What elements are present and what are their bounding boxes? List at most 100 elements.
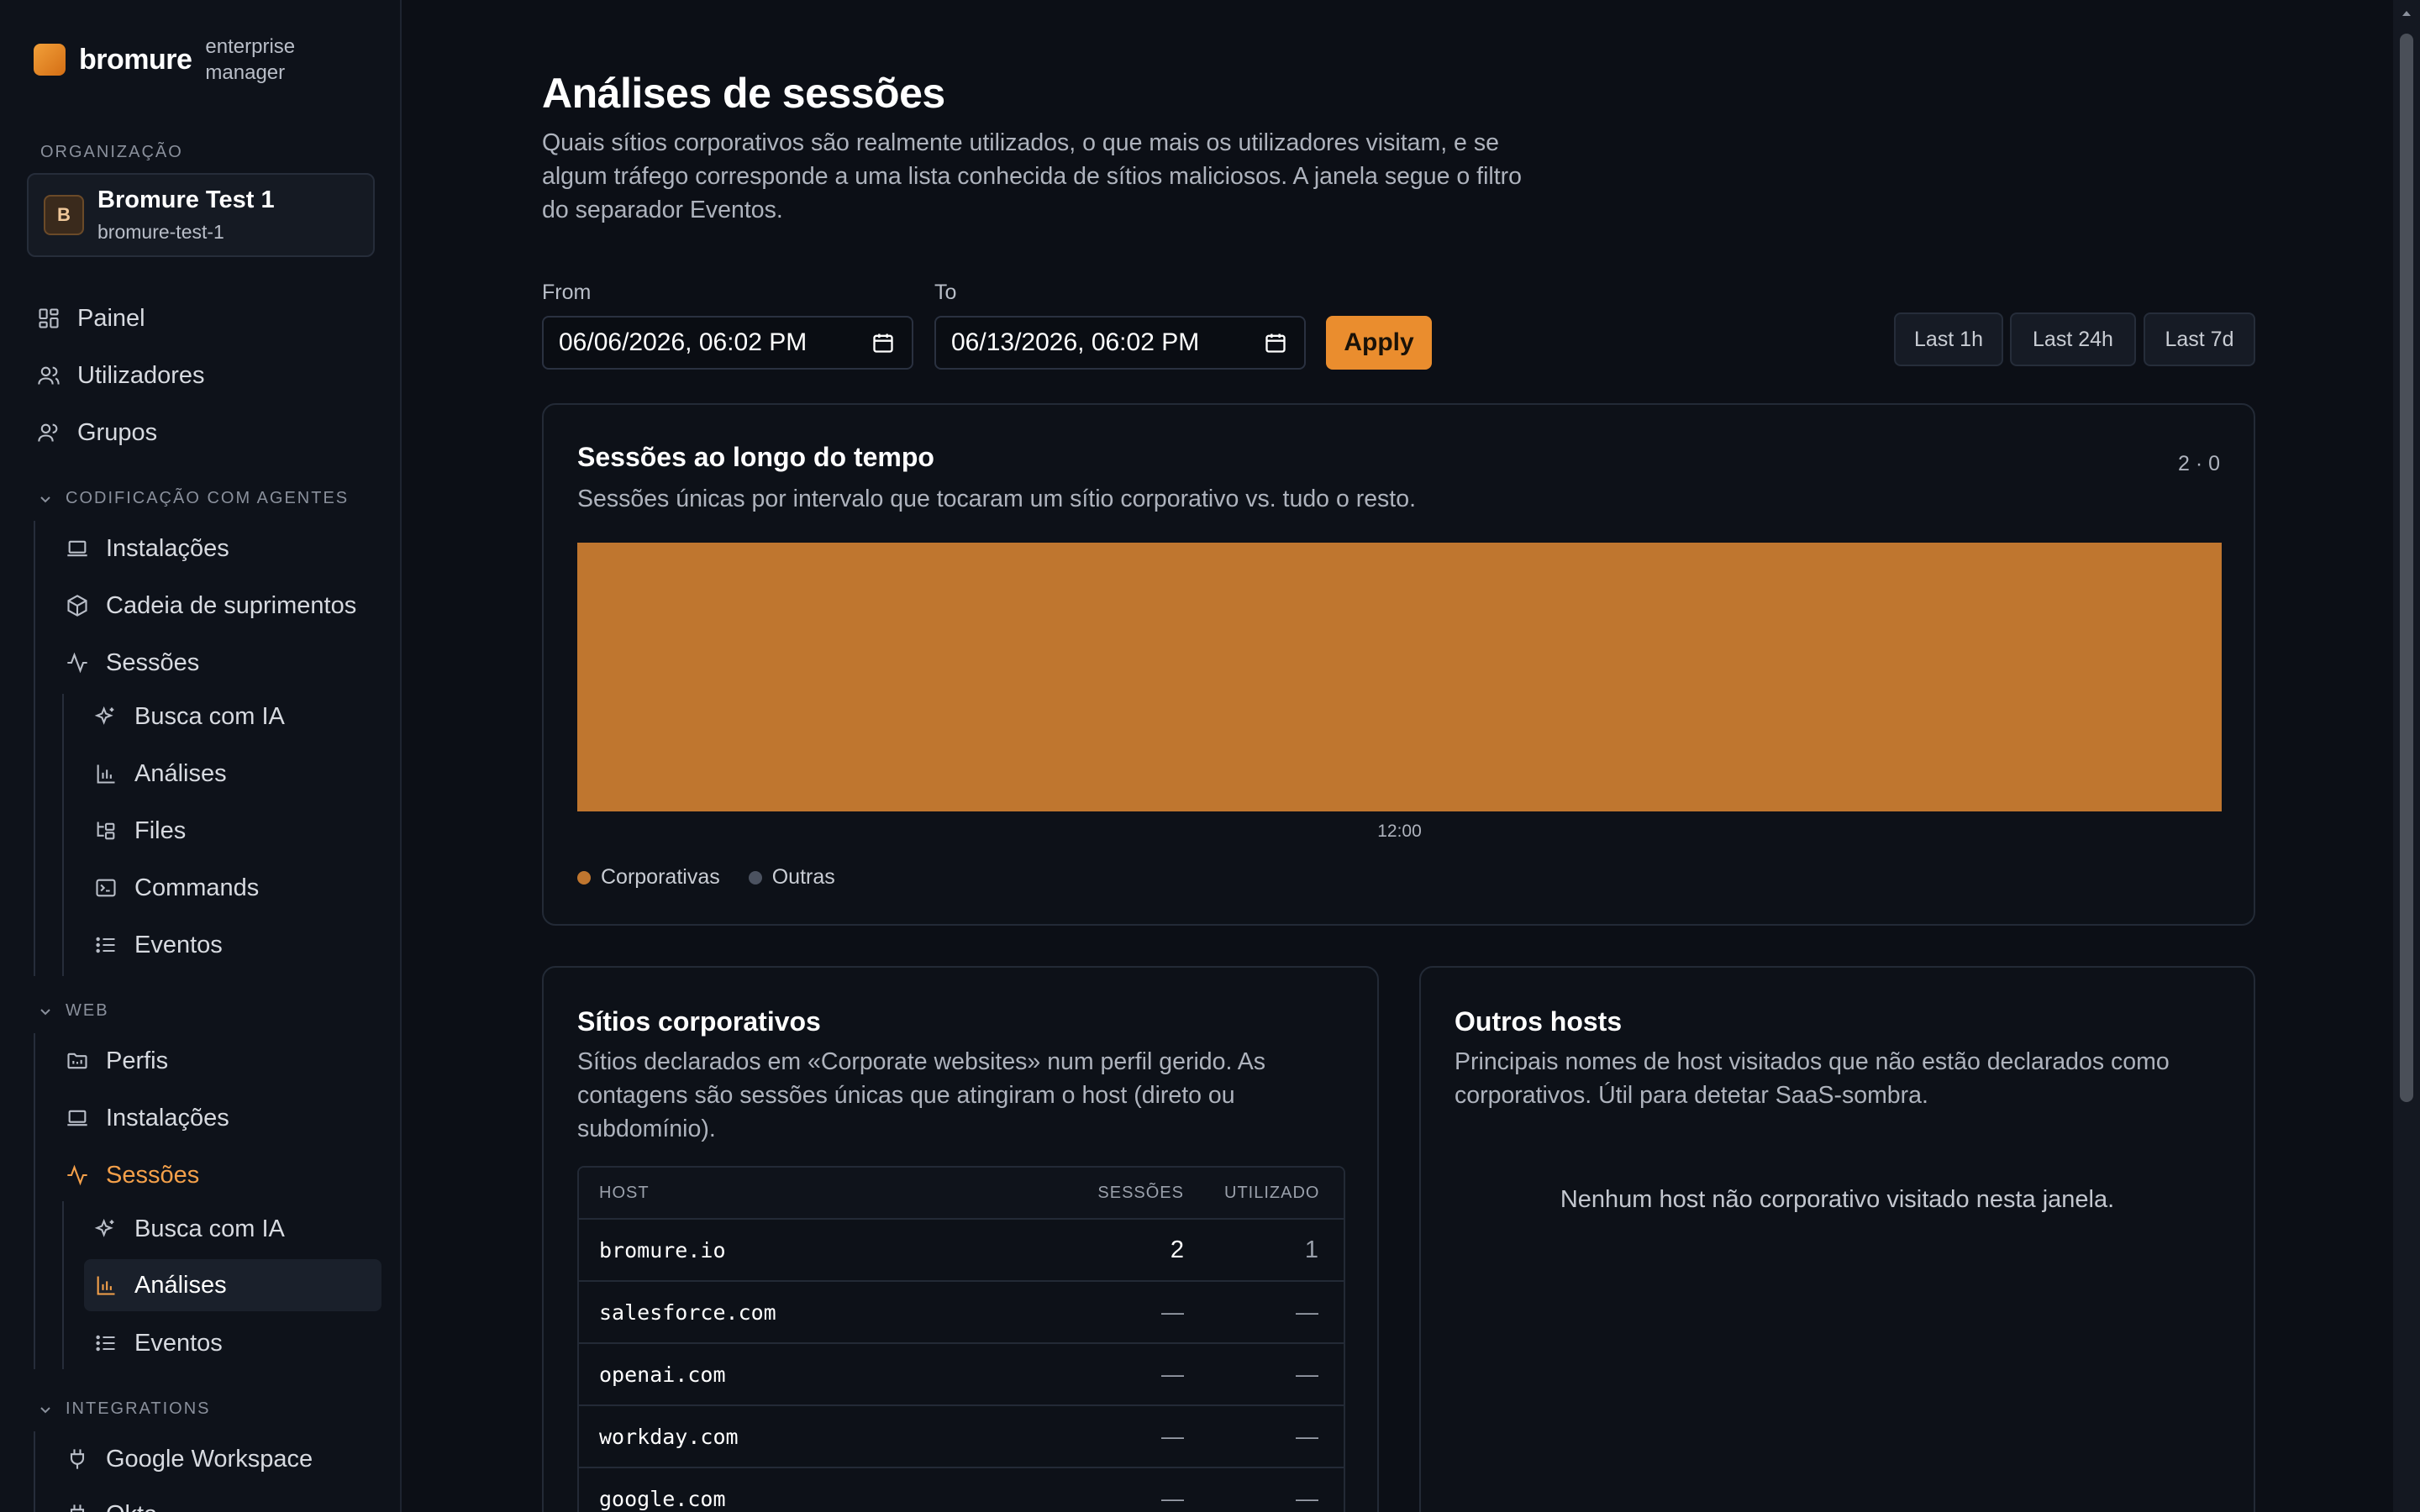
laptop-icon bbox=[66, 1106, 89, 1130]
table-row[interactable]: google.com — — bbox=[579, 1468, 1344, 1512]
sidebar-item-web-profiles[interactable]: Perfis bbox=[66, 1035, 381, 1087]
sidebar-item-web-analytics[interactable]: Análises bbox=[84, 1259, 381, 1311]
users-cell: — bbox=[1296, 1299, 1318, 1325]
sidebar-item-label: Perfis bbox=[106, 1047, 169, 1074]
column-header-host[interactable]: HOST bbox=[579, 1184, 1066, 1203]
groups-icon bbox=[37, 421, 60, 444]
table-row[interactable]: salesforce.com — — bbox=[579, 1282, 1344, 1344]
other-hosts-card: Outros hosts Principais nomes de host vi… bbox=[1419, 966, 2255, 1512]
legend-label: Corporativas bbox=[601, 865, 720, 889]
calendar-icon[interactable] bbox=[871, 331, 895, 354]
sidebar-item-agent-ai-search[interactable]: Busca com IA bbox=[94, 690, 381, 743]
section-label: INTEGRATIONS bbox=[66, 1399, 211, 1418]
sparkles-icon bbox=[94, 705, 118, 728]
sidebar-item-label: Eventos bbox=[134, 1329, 223, 1357]
card-description: Principais nomes de host visitados que n… bbox=[1455, 1048, 2170, 1109]
users-cell: — bbox=[1296, 1423, 1318, 1449]
sidebar-item-agent-sessions[interactable]: Sessões bbox=[66, 637, 381, 689]
brand-subtitle: enterprise manager bbox=[205, 35, 296, 84]
tree-line bbox=[34, 1431, 35, 1512]
to-label: To bbox=[934, 281, 957, 304]
sidebar-item-label: Utilizadores bbox=[77, 361, 205, 389]
table-row[interactable]: bromure.io 2 1 bbox=[579, 1220, 1344, 1282]
column-header-users[interactable]: UTILIZADO bbox=[1184, 1184, 1318, 1203]
sidebar-item-agent-analytics[interactable]: Análises bbox=[94, 748, 381, 800]
table-row[interactable]: openai.com — — bbox=[579, 1344, 1344, 1406]
section-toggle-integrations[interactable]: INTEGRATIONS bbox=[37, 1399, 211, 1419]
tree-line bbox=[62, 694, 64, 976]
sidebar-item-painel[interactable]: Painel bbox=[37, 292, 381, 344]
chevron-down-icon bbox=[37, 1401, 54, 1418]
legend-corporate[interactable]: Corporativas bbox=[577, 865, 720, 890]
chart-legend: Corporativas Outras bbox=[577, 865, 864, 890]
sidebar-item-label: Files bbox=[134, 816, 187, 844]
sidebar-item-google-workspace[interactable]: Google Workspace bbox=[66, 1433, 381, 1485]
tree-line bbox=[34, 521, 35, 976]
tree-line bbox=[34, 1033, 35, 1369]
brand[interactable]: bromure enterprise manager bbox=[34, 34, 314, 86]
scrollbar-thumb[interactable] bbox=[2400, 34, 2413, 1102]
folder-tree-icon bbox=[94, 819, 118, 843]
sidebar-item-agent-commands[interactable]: Commands bbox=[94, 862, 381, 914]
sidebar: bromure enterprise manager ORGANIZAÇÃO B… bbox=[0, 0, 402, 1512]
org-slug: bromure-test-1 bbox=[97, 221, 224, 243]
calendar-icon[interactable] bbox=[1264, 331, 1287, 354]
from-date-input[interactable]: 06/06/2026, 06:02 PM bbox=[542, 316, 913, 370]
sidebar-item-grupos[interactable]: Grupos bbox=[37, 407, 381, 459]
column-header-sessions[interactable]: SESSÕES bbox=[1066, 1184, 1184, 1203]
sessions-cell: — bbox=[1161, 1299, 1184, 1325]
legend-other[interactable]: Outras bbox=[748, 865, 835, 890]
sidebar-item-web-sessions[interactable]: Sessões bbox=[66, 1149, 381, 1201]
table-body: bromure.io 2 1 salesforce.com — — openai.com — —… bbox=[579, 1220, 1344, 1512]
card-title: Outros hosts bbox=[1455, 1006, 1623, 1037]
sessions-chart: 12:00 bbox=[577, 543, 2222, 841]
sidebar-item-supply-chain[interactable]: Cadeia de suprimentos bbox=[66, 580, 381, 632]
to-date-input[interactable]: 06/13/2026, 06:02 PM bbox=[934, 316, 1306, 370]
range-last-1h-button[interactable]: Last 1h bbox=[1894, 312, 2003, 366]
sessions-cell: — bbox=[1161, 1423, 1184, 1449]
dashboard-icon bbox=[37, 307, 60, 330]
bar-corporate[interactable] bbox=[577, 543, 2222, 811]
legend-dot-other bbox=[748, 870, 762, 885]
table-row[interactable]: workday.com — — bbox=[579, 1406, 1344, 1468]
legend-dot-corporate bbox=[577, 870, 591, 885]
sidebar-item-agent-events[interactable]: Eventos bbox=[94, 919, 381, 971]
sidebar-item-agent-installs[interactable]: Instalações bbox=[66, 522, 381, 575]
scroll-up-arrow-icon[interactable] bbox=[2400, 7, 2413, 20]
section-toggle-web[interactable]: WEB bbox=[37, 1001, 109, 1021]
host-cell: google.com bbox=[599, 1486, 726, 1511]
sessions-cell: — bbox=[1161, 1361, 1184, 1387]
list-icon bbox=[94, 933, 118, 957]
range-last-24h-button[interactable]: Last 24h bbox=[2010, 312, 2136, 366]
sidebar-item-label: Instalações bbox=[106, 534, 229, 562]
sidebar-item-label: Sessões bbox=[106, 1161, 200, 1189]
session-counts: 2 · 0 bbox=[2177, 452, 2220, 475]
page-description: Quais sítios corporativos são realmente … bbox=[542, 129, 1522, 223]
sidebar-item-label: Grupos bbox=[77, 418, 158, 446]
corporate-sites-table: HOST SESSÕES UTILIZADO bromure.io 2 1 sales… bbox=[577, 1166, 1345, 1512]
users-icon bbox=[37, 364, 60, 387]
sidebar-item-label: Busca com IA bbox=[134, 702, 285, 730]
section-toggle-agents[interactable]: CODIFICAÇÃO COM AGENTES bbox=[37, 489, 349, 508]
sidebar-item-web-events[interactable]: Eventos bbox=[94, 1317, 381, 1369]
org-avatar: B bbox=[44, 195, 84, 235]
sidebar-item-web-ai-search[interactable]: Busca com IA bbox=[94, 1203, 381, 1255]
users-cell: 1 bbox=[1304, 1236, 1318, 1263]
sidebar-item-web-installs[interactable]: Instalações bbox=[66, 1092, 381, 1144]
sidebar-item-agent-files[interactable]: Files bbox=[94, 805, 381, 857]
sidebar-item-utilizadores[interactable]: Utilizadores bbox=[37, 349, 381, 402]
terminal-icon bbox=[94, 876, 118, 900]
apply-button[interactable]: Apply bbox=[1326, 316, 1432, 370]
host-cell: salesforce.com bbox=[599, 1299, 776, 1325]
host-cell: bromure.io bbox=[599, 1237, 726, 1263]
folder-icon bbox=[66, 1049, 89, 1073]
range-last-7d-button[interactable]: Last 7d bbox=[2144, 312, 2255, 366]
tree-line bbox=[62, 1201, 64, 1369]
sidebar-item-okta[interactable]: Okta bbox=[66, 1488, 381, 1512]
chevron-down-icon bbox=[37, 1003, 54, 1020]
sidebar-item-label: Google Workspace bbox=[106, 1445, 313, 1473]
organization-switcher[interactable]: B Bromure Test 1 bromure-test-1 bbox=[27, 173, 375, 257]
activity-icon bbox=[66, 651, 89, 675]
card-title: Sessões ao longo do tempo bbox=[577, 442, 934, 472]
users-cell: — bbox=[1296, 1485, 1318, 1511]
